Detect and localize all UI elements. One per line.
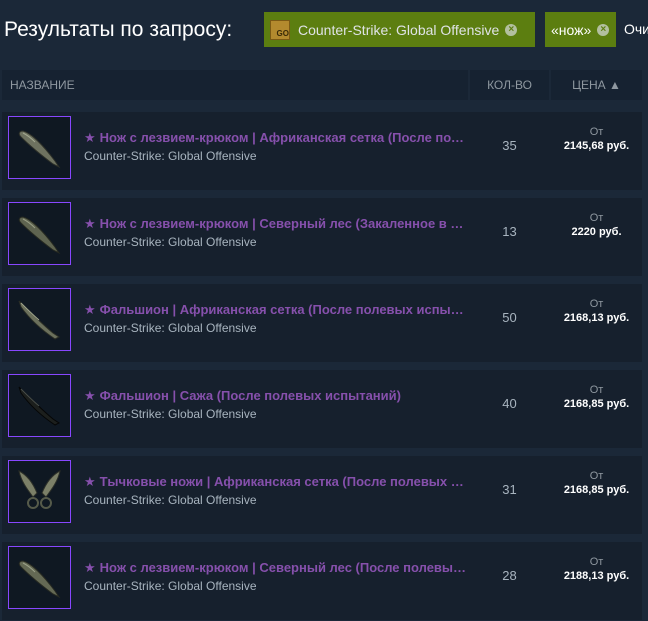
item-name[interactable]: ★ Тычковые ножи | Африканская сетка (Посл… — [84, 474, 467, 490]
column-qty-header[interactable]: КОЛ-ВО — [470, 70, 549, 100]
star-icon: ★ — [84, 216, 96, 231]
market-listing-row[interactable]: ★ Нож с лезвием-крюком | Северный лес (По… — [2, 542, 642, 620]
item-game: Counter-Strike: Global Offensive — [84, 321, 257, 335]
filter-tag-game-label: Counter-Strike: Global Offensive — [298, 21, 500, 38]
remove-game-filter-icon[interactable]: × — [505, 23, 518, 36]
shadow-daggers-icon — [8, 460, 71, 523]
item-price: 2220 руб. — [571, 226, 622, 238]
item-quantity: 28 — [502, 568, 517, 583]
item-quantity: 13 — [502, 224, 517, 239]
item-name[interactable]: ★ Фальшион | Сажа (После полевых испытани… — [84, 388, 467, 404]
item-name[interactable]: ★ Нож с лезвием-крюком | Северный лес (За… — [84, 216, 467, 232]
item-game: Counter-Strike: Global Offensive — [84, 579, 257, 593]
star-icon: ★ — [84, 130, 96, 145]
clear-filters-link[interactable]: Очи — [624, 21, 648, 37]
column-price-header[interactable]: ЦЕНА ▲ — [551, 70, 642, 100]
price-prefix: От — [589, 556, 604, 568]
remove-query-filter-icon[interactable]: × — [597, 23, 610, 36]
gut-knife-icon — [8, 202, 71, 265]
falchion-knife-icon — [8, 374, 71, 437]
market-listing-row[interactable]: ★ Фальшион | Сажа (После полевых испытани… — [2, 370, 642, 448]
item-name[interactable]: ★ Нож с лезвием-крюком | Северный лес (По… — [84, 560, 467, 576]
column-name-header[interactable]: НАЗВАНИЕ — [2, 70, 468, 100]
market-listing-row[interactable]: ★ Тычковые ножи | Африканская сетка (Посл… — [2, 456, 642, 534]
price-prefix: От — [589, 384, 604, 396]
item-quantity: 40 — [502, 396, 517, 411]
star-icon: ★ — [84, 388, 96, 403]
item-price: 2145,68 руб. — [563, 140, 630, 152]
item-price: 2168,85 руб. — [563, 484, 630, 496]
search-results-header: Результаты по запросу: Counter-Strike: G… — [0, 0, 648, 64]
star-icon: ★ — [84, 560, 96, 575]
market-listing-row[interactable]: ★ Нож с лезвием-крюком | Африканская сетк… — [2, 112, 642, 190]
item-game: Counter-Strike: Global Offensive — [84, 149, 257, 163]
csgo-game-icon — [270, 19, 290, 40]
filter-tag-game[interactable]: Counter-Strike: Global Offensive × — [264, 12, 535, 47]
star-icon: ★ — [84, 302, 96, 317]
results-title: Результаты по запросу: — [4, 18, 233, 41]
item-quantity: 35 — [502, 138, 517, 153]
star-icon: ★ — [84, 474, 96, 489]
item-price: 2168,85 руб. — [563, 398, 630, 410]
market-listing-row[interactable]: ★ Нож с лезвием-крюком | Северный лес (За… — [2, 198, 642, 276]
item-game: Counter-Strike: Global Offensive — [84, 235, 257, 249]
gut-knife-icon — [8, 546, 71, 609]
item-name[interactable]: ★ Нож с лезвием-крюком | Африканская сетк… — [84, 130, 467, 146]
filter-tag-query[interactable]: «нож» × — [545, 12, 616, 47]
price-prefix: От — [589, 126, 604, 138]
market-listing-row[interactable]: ★ Фальшион | Африканская сетка (После пол… — [2, 284, 642, 362]
item-game: Counter-Strike: Global Offensive — [84, 493, 257, 507]
price-prefix: От — [589, 298, 604, 310]
item-game: Counter-Strike: Global Offensive — [84, 407, 257, 421]
results-table-header: НАЗВАНИЕ КОЛ-ВО ЦЕНА ▲ — [0, 70, 642, 100]
item-price: 2188,13 руб. — [563, 570, 630, 582]
item-price: 2168,13 руб. — [563, 312, 630, 324]
item-quantity: 50 — [502, 310, 517, 325]
filter-tag-query-label: «нож» — [551, 21, 592, 38]
price-prefix: От — [589, 470, 604, 482]
gut-knife-icon — [8, 116, 71, 179]
price-prefix: От — [589, 212, 604, 224]
falchion-knife-icon — [8, 288, 71, 351]
item-name[interactable]: ★ Фальшион | Африканская сетка (После пол… — [84, 302, 467, 318]
item-quantity: 31 — [502, 482, 517, 497]
